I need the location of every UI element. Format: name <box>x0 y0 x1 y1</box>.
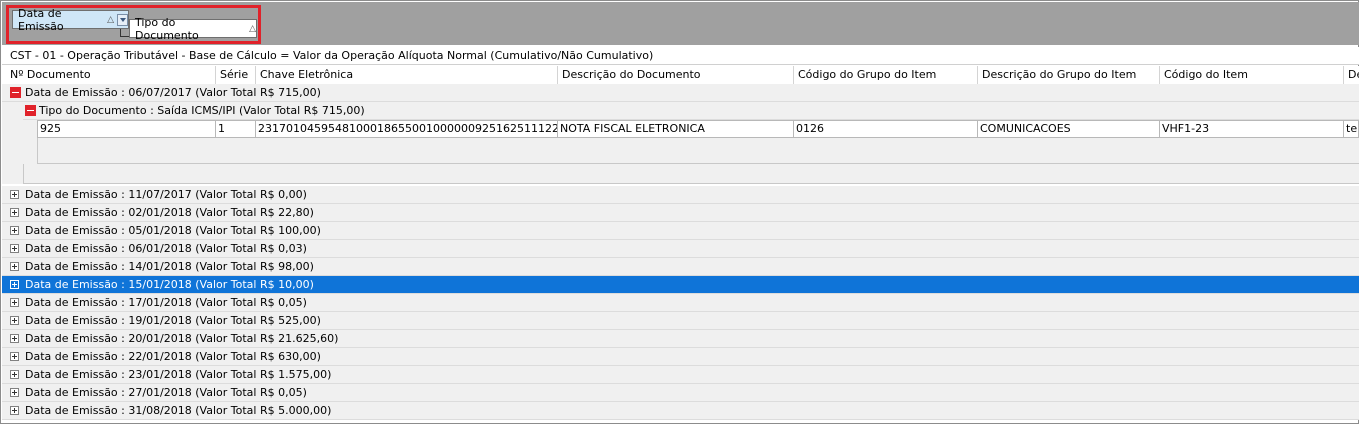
expand-icon[interactable] <box>10 298 19 307</box>
cell-descricao-documento[interactable]: NOTA FISCAL ELETRONICA <box>558 121 794 137</box>
cell-chave[interactable]: 2317010459548100018655001000000925162511… <box>256 121 558 137</box>
column-header-descricao-item[interactable]: De <box>1344 66 1359 84</box>
group-row-label: Data de Emissão : 15/01/2018 (Valor Tota… <box>25 278 314 291</box>
column-header-serie[interactable]: Série <box>216 66 256 84</box>
expand-icon[interactable] <box>10 244 19 253</box>
expand-icon[interactable] <box>10 208 19 217</box>
group-row[interactable]: Data de Emissão : 17/01/2018 (Valor Tota… <box>2 294 1359 312</box>
cell-codigo-item[interactable]: VHF1-23 <box>1160 121 1344 137</box>
cell-numero[interactable]: 925 <box>38 121 216 137</box>
column-header-row: Nº Documento Série Chave Eletrônica Desc… <box>2 66 1359 85</box>
subgroup-row-label: Tipo do Documento : Saída ICMS/IPI (Valo… <box>39 104 365 117</box>
group-row-label: Data de Emissão : 06/01/2018 (Valor Tota… <box>25 242 307 255</box>
column-header-chave[interactable]: Chave Eletrônica <box>256 66 558 84</box>
filter-dropdown-icon[interactable] <box>117 13 128 26</box>
expand-icon[interactable] <box>10 316 19 325</box>
expand-icon[interactable] <box>10 190 19 199</box>
group-row-expanded[interactable]: Data de Emissão : 06/07/2017 (Valor Tota… <box>2 84 1359 102</box>
expand-icon[interactable] <box>10 388 19 397</box>
group-chip-label: Tipo do Documento <box>135 15 199 42</box>
group-row-label: Data de Emissão : 14/01/2018 (Valor Tota… <box>25 260 314 273</box>
group-row-label: Data de Emissão : 31/08/2018 (Valor Tota… <box>25 404 332 417</box>
expand-icon[interactable] <box>10 334 19 343</box>
expand-icon[interactable] <box>10 352 19 361</box>
group-footer <box>23 164 1359 184</box>
group-row[interactable]: Data de Emissão : 05/01/2018 (Valor Tota… <box>2 222 1359 240</box>
group-row-label: Data de Emissão : 17/01/2018 (Valor Tota… <box>25 296 307 309</box>
group-row[interactable]: Data de Emissão : 14/01/2018 (Valor Tota… <box>2 258 1359 276</box>
collapse-icon[interactable] <box>25 105 36 116</box>
table-row[interactable]: 925 1 2317010459548100018655001000000925… <box>37 120 1359 138</box>
group-row-label: Data de Emissão : 20/01/2018 (Valor Tota… <box>25 332 339 345</box>
expand-icon[interactable] <box>10 370 19 379</box>
cell-descricao-grupo[interactable]: COMUNICACOES <box>978 121 1160 137</box>
grid-caption: CST - 01 - Operação Tributável - Base de… <box>2 47 1359 65</box>
column-header-numero[interactable]: Nº Documento <box>2 66 216 84</box>
column-header-codigo-item[interactable]: Código do Item <box>1160 66 1344 84</box>
column-header-descricao-grupo[interactable]: Descrição do Grupo do Item <box>978 66 1160 84</box>
subgroup-indent <box>23 120 37 164</box>
cell-codigo-grupo[interactable]: 0126 <box>794 121 978 137</box>
group-row-label: Data de Emissão : 05/01/2018 (Valor Tota… <box>25 224 321 237</box>
group-row-label: Data de Emissão : 02/01/2018 (Valor Tota… <box>25 206 314 219</box>
group-footer <box>37 138 1359 164</box>
group-row[interactable]: Data de Emissão : 27/01/2018 (Valor Tota… <box>2 384 1359 402</box>
group-chip-label: Data de Emissão <box>18 6 64 33</box>
group-row-label: Data de Emissão : 11/07/2017 (Valor Tota… <box>25 188 307 201</box>
expand-icon[interactable] <box>10 280 19 289</box>
subgroup-row[interactable]: Tipo do Documento : Saída ICMS/IPI (Valo… <box>23 102 1359 120</box>
group-chip-data-emissao[interactable]: Data de Emissão △ <box>12 7 129 33</box>
group-row[interactable]: Data de Emissão : 11/07/2017 (Valor Tota… <box>2 186 1359 204</box>
group-row[interactable]: Data de Emissão : 31/08/2018 (Valor Tota… <box>2 402 1359 420</box>
expand-icon[interactable] <box>10 226 19 235</box>
column-header-descricao-documento[interactable]: Descrição do Documento <box>558 66 794 84</box>
group-row[interactable]: Data de Emissão : 15/01/2018 (Valor Tota… <box>2 276 1359 294</box>
group-row-label: Data de Emissão : 06/07/2017 (Valor Tota… <box>25 86 321 99</box>
group-row-label: Data de Emissão : 22/01/2018 (Valor Tota… <box>25 350 321 363</box>
group-row-label: Data de Emissão : 19/01/2018 (Valor Tota… <box>25 314 321 327</box>
cell-serie[interactable]: 1 <box>216 121 256 137</box>
group-row-label: Data de Emissão : 27/01/2018 (Valor Tota… <box>25 386 307 399</box>
expand-icon[interactable] <box>10 406 19 415</box>
cell-descricao-item[interactable]: tele <box>1344 121 1358 137</box>
group-row[interactable]: Data de Emissão : 06/01/2018 (Valor Tota… <box>2 240 1359 258</box>
column-header-codigo-grupo[interactable]: Código do Grupo do Item <box>794 66 978 84</box>
group-row[interactable]: Data de Emissão : 23/01/2018 (Valor Tota… <box>2 366 1359 384</box>
grid-panel: Data de Emissão △ Tipo do Documento △ CS… <box>0 0 1359 424</box>
group-row[interactable]: Data de Emissão : 02/01/2018 (Valor Tota… <box>2 204 1359 222</box>
sort-ascending-icon[interactable]: △ <box>249 24 256 34</box>
sort-ascending-icon[interactable]: △ <box>107 15 114 25</box>
group-row[interactable]: Data de Emissão : 20/01/2018 (Valor Tota… <box>2 330 1359 348</box>
group-chip-tipo-documento[interactable]: Tipo do Documento △ <box>129 16 257 42</box>
group-indent <box>2 102 23 184</box>
group-row-label: Data de Emissão : 23/01/2018 (Valor Tota… <box>25 368 332 381</box>
group-row[interactable]: Data de Emissão : 22/01/2018 (Valor Tota… <box>2 348 1359 366</box>
group-row[interactable]: Data de Emissão : 19/01/2018 (Valor Tota… <box>2 312 1359 330</box>
expand-icon[interactable] <box>10 262 19 271</box>
collapse-icon[interactable] <box>10 87 21 98</box>
